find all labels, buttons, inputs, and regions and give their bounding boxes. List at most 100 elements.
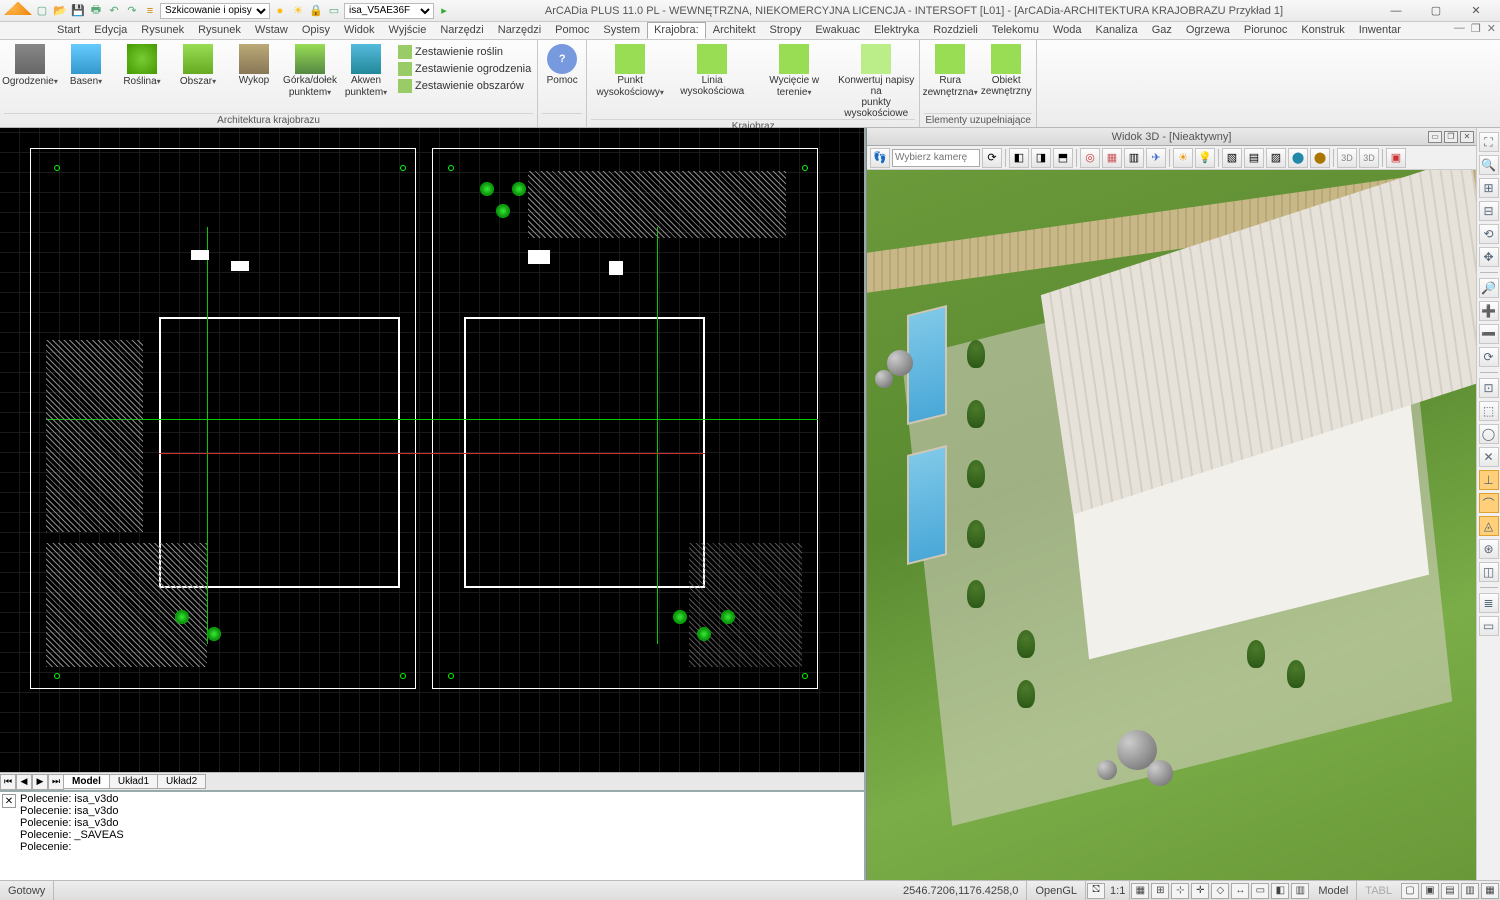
snap-mode-dropdown[interactable]: Szkicowanie i opisy: [160, 3, 270, 19]
menu-tab[interactable]: Rozdzieli: [926, 22, 985, 39]
layer-tool-icon[interactable]: ≣: [1479, 593, 1499, 613]
transp-icon[interactable]: ▧: [1222, 148, 1242, 168]
print-icon[interactable]: 🖶: [88, 3, 104, 19]
menu-tab[interactable]: Edycja: [87, 22, 134, 39]
zoom-window-icon[interactable]: ⊞: [1479, 178, 1499, 198]
ribbon-button[interactable]: Ogrodzenie: [4, 42, 56, 87]
doc-icon[interactable]: ▭: [326, 3, 342, 19]
menu-tab[interactable]: Architekt: [706, 22, 763, 39]
snap-end-icon[interactable]: ⊡: [1479, 378, 1499, 398]
sheet-first-icon[interactable]: ⏮: [0, 774, 16, 790]
snap-perp-icon[interactable]: ⊥: [1479, 470, 1499, 490]
sheet-next-icon[interactable]: ▶: [32, 774, 48, 790]
mdi-close-icon[interactable]: ✕: [1487, 22, 1496, 35]
maximize-button[interactable]: ▢: [1416, 1, 1456, 21]
menu-tab[interactable]: Widok: [337, 22, 382, 39]
view3d-canvas[interactable]: [867, 170, 1476, 880]
menu-tab[interactable]: Telekomu: [985, 22, 1046, 39]
menu-tab[interactable]: Ewakuac: [808, 22, 867, 39]
menu-tab[interactable]: Piorunoc: [1237, 22, 1294, 39]
ribbon-button[interactable]: Wykop: [228, 42, 280, 86]
st-a-icon[interactable]: ▢: [1401, 883, 1419, 899]
ribbon-button[interactable]: Konwertuj napisy napunkty wysokościowe: [837, 42, 915, 119]
ribbon-button[interactable]: Rurazewnętrzna: [924, 42, 976, 98]
snap-near-icon[interactable]: ◬: [1479, 516, 1499, 536]
cmd-close-icon[interactable]: ✕: [2, 794, 16, 808]
ribbon-button[interactable]: Górka/dołekpunktem: [284, 42, 336, 98]
zoom-plus-icon[interactable]: ➕: [1479, 301, 1499, 321]
undo-icon[interactable]: ↶: [106, 3, 122, 19]
status-tabl[interactable]: TABL: [1357, 881, 1400, 900]
grid-toggle-icon[interactable]: ▦: [1131, 883, 1149, 899]
new-icon[interactable]: ▢: [34, 3, 50, 19]
snap-tan-icon[interactable]: ⌒: [1479, 493, 1499, 513]
view3d-min-icon[interactable]: ▭: [1428, 131, 1442, 143]
target-icon[interactable]: ◎: [1080, 148, 1100, 168]
prop-tool-icon[interactable]: ▭: [1479, 616, 1499, 636]
osnap-toggle-icon[interactable]: ◇: [1211, 883, 1229, 899]
minimize-button[interactable]: —: [1376, 1, 1416, 21]
snap-ins-icon[interactable]: ◫: [1479, 562, 1499, 582]
menu-tab[interactable]: Rysunek: [134, 22, 191, 39]
sheet-prev-icon[interactable]: ◀: [16, 774, 32, 790]
zoom-realtime-icon[interactable]: 🔎: [1479, 278, 1499, 298]
file-dropdown[interactable]: isa_V5AE36F: [344, 3, 434, 19]
snap-cen-icon[interactable]: ◯: [1479, 424, 1499, 444]
material2-icon[interactable]: ▨: [1266, 148, 1286, 168]
orbit-icon[interactable]: ⟳: [1479, 347, 1499, 367]
ucs-icon[interactable]: ⛞: [1087, 883, 1105, 899]
dyn-toggle-icon[interactable]: ◧: [1271, 883, 1289, 899]
ribbon-button[interactable]: Basen: [60, 42, 112, 87]
sheet-last-icon[interactable]: ⏭: [48, 774, 64, 790]
polar-toggle-icon[interactable]: ✛: [1191, 883, 1209, 899]
view3d-max-icon[interactable]: ❐: [1444, 131, 1458, 143]
render-icon[interactable]: ⬤: [1288, 148, 1308, 168]
sun-icon[interactable]: ☀: [290, 3, 306, 19]
wall-mode-icon[interactable]: ▦: [1102, 148, 1122, 168]
zoom-extents-icon[interactable]: ⛶: [1479, 132, 1499, 152]
section-icon[interactable]: ▥: [1124, 148, 1144, 168]
menu-tab[interactable]: Wstaw: [248, 22, 295, 39]
save3d-icon[interactable]: 3D: [1337, 148, 1357, 168]
ribbon-button[interactable]: Obszar: [172, 42, 224, 87]
ribbon-small-button[interactable]: Zestawienie roślin: [396, 44, 533, 60]
layers-icon[interactable]: ≡: [142, 3, 158, 19]
cube-front-icon[interactable]: ◧: [1009, 148, 1029, 168]
st-d-icon[interactable]: ▥: [1461, 883, 1479, 899]
menu-tab[interactable]: Narzędzi: [491, 22, 548, 39]
menu-tab[interactable]: Narzędzi: [433, 22, 490, 39]
st-c-icon[interactable]: ▤: [1441, 883, 1459, 899]
sun-icon[interactable]: ☀: [1173, 148, 1193, 168]
st-b-icon[interactable]: ▣: [1421, 883, 1439, 899]
open-icon[interactable]: 📂: [52, 3, 68, 19]
view3d-close-icon[interactable]: ✕: [1460, 131, 1474, 143]
menu-tab[interactable]: Gaz: [1145, 22, 1179, 39]
otrack-toggle-icon[interactable]: ↔: [1231, 883, 1249, 899]
snap-node-icon[interactable]: ⊛: [1479, 539, 1499, 559]
ribbon-small-button[interactable]: Zestawienie obszarów: [396, 78, 533, 94]
ribbon-button[interactable]: Akwenpunktem: [340, 42, 392, 98]
walk-icon[interactable]: 👣: [870, 148, 890, 168]
cad-canvas[interactable]: [0, 128, 864, 772]
menu-tab[interactable]: Konstruk: [1294, 22, 1351, 39]
snap-toggle-icon[interactable]: ⊞: [1151, 883, 1169, 899]
cube-side-icon[interactable]: ◨: [1031, 148, 1051, 168]
ribbon-small-button[interactable]: Zestawienie ogrodzenia: [396, 61, 533, 77]
plane-icon[interactable]: ✈: [1146, 148, 1166, 168]
menu-tab[interactable]: Stropy: [763, 22, 809, 39]
menu-tab[interactable]: Start: [50, 22, 87, 39]
sheet-tab[interactable]: Model: [63, 774, 110, 789]
bulb-icon[interactable]: ●: [272, 3, 288, 19]
camera-dropdown[interactable]: [892, 149, 980, 167]
sheet-tab[interactable]: Układ2: [157, 774, 206, 789]
zoom-prev-icon[interactable]: ⟲: [1479, 224, 1499, 244]
menu-tab[interactable]: Elektryka: [867, 22, 926, 39]
st-e-icon[interactable]: ▦: [1481, 883, 1499, 899]
material1-icon[interactable]: ▤: [1244, 148, 1264, 168]
screenshot-icon[interactable]: ▣: [1386, 148, 1406, 168]
pan-icon[interactable]: ✥: [1479, 247, 1499, 267]
menu-tab[interactable]: Wyjście: [382, 22, 434, 39]
close-button[interactable]: ✕: [1456, 1, 1496, 21]
redo-icon[interactable]: ↷: [124, 3, 140, 19]
menu-tab[interactable]: Inwentar: [1352, 22, 1408, 39]
